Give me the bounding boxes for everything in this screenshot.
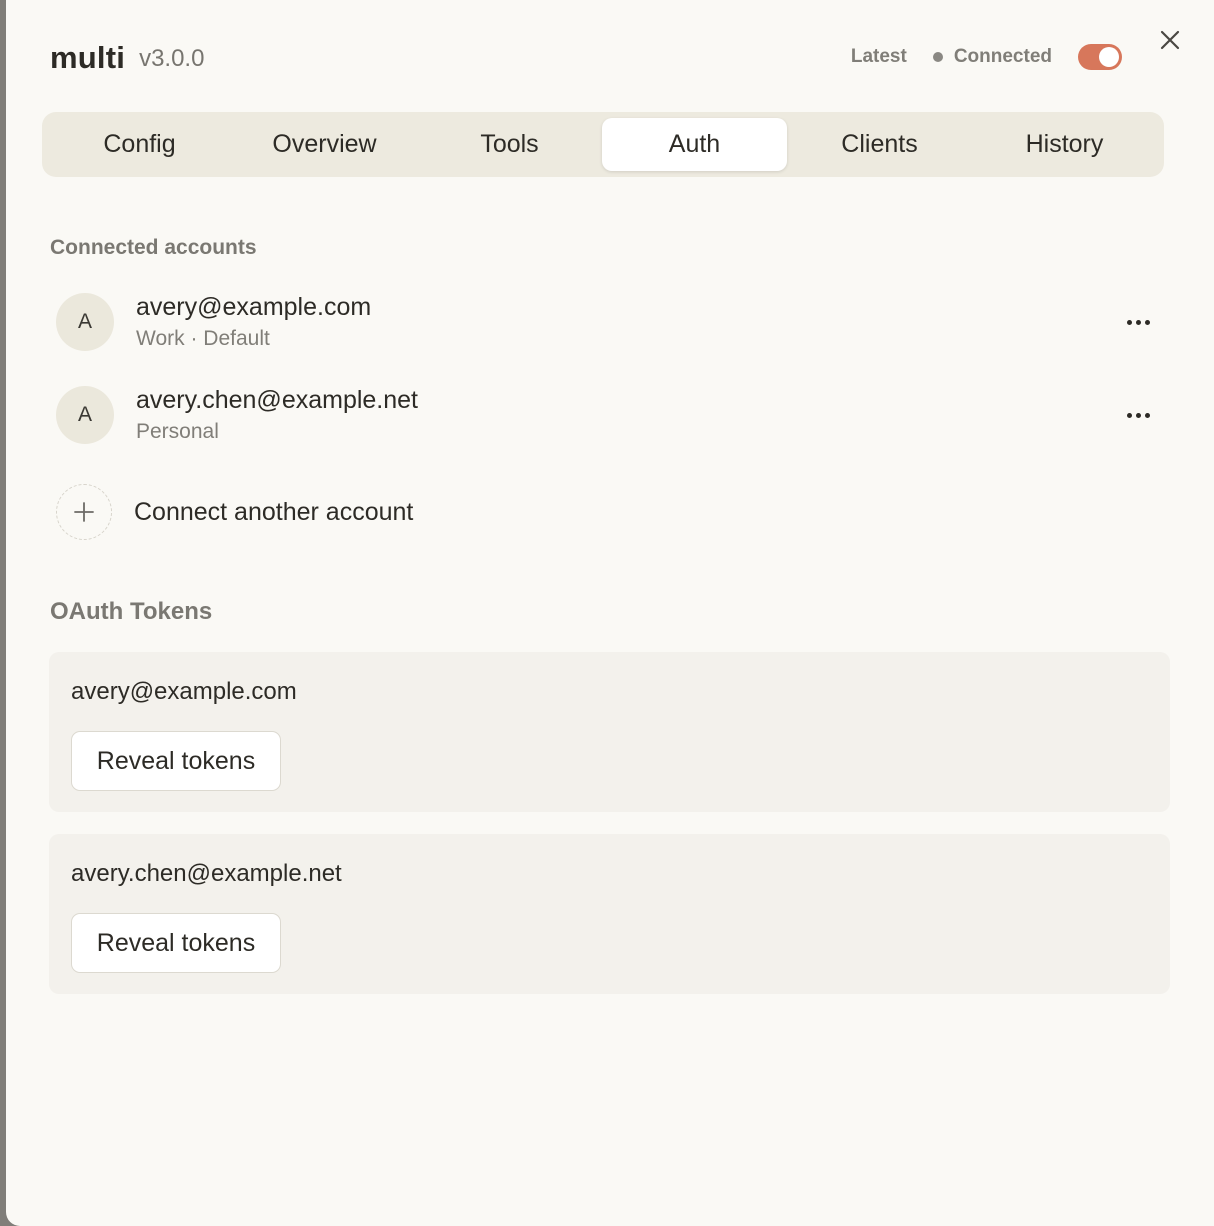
more-horizontal-icon [1144,319,1150,325]
tab-label: Clients [841,130,918,158]
server-enabled-toggle[interactable] [1078,44,1122,70]
account-subtitle: Work · Default [136,327,270,350]
close-button[interactable] [1158,28,1182,52]
tab-label: Auth [668,130,721,158]
reveal-tokens-button[interactable]: Reveal tokens [71,913,281,973]
tab-label: Config [103,130,176,158]
tab-label: Tools [480,130,539,158]
token-account-email: avery.chen@example.net [71,860,342,887]
connect-another-account-label: Connect another account [134,497,414,526]
tab-bar: Config Overview Tools Auth Clients Histo… [42,112,1164,177]
more-horizontal-icon [1135,412,1141,418]
more-horizontal-icon [1126,319,1132,325]
account-row: A avery.chen@example.net Personal [50,377,1156,453]
account-more-button[interactable] [1120,399,1156,431]
tab-history[interactable]: History [972,118,1157,171]
token-card: avery.chen@example.net Reveal tokens [49,834,1170,994]
latest-label: Latest [850,46,907,67]
oauth-tokens-heading: OAuth Tokens [50,598,213,625]
account-subtitle: Personal [136,420,219,443]
connected-accounts-heading: Connected accounts [50,236,257,259]
avatar: A [56,293,114,351]
avatar: A [56,386,114,444]
account-info: avery@example.com Work · Default [136,293,371,351]
header-status-group: Latest Connected [851,44,1122,70]
server-version: v3.0.0 [139,45,205,72]
tab-label: Overview [272,130,377,158]
dialog-header: multi v3.0.0 [50,36,204,80]
account-row: A avery@example.com Work · Default [50,284,1156,360]
toggle-knob [1099,47,1119,67]
token-card: avery@example.com Reveal tokens [49,652,1170,812]
connect-another-account-button[interactable]: Connect another account [50,482,413,542]
tab-clients[interactable]: Clients [787,118,972,171]
more-horizontal-icon [1135,319,1141,325]
tab-config[interactable]: Config [47,118,232,171]
plus-icon-svg [74,502,94,522]
more-horizontal-icon [1126,412,1132,418]
tab-auth[interactable]: Auth [602,118,787,171]
more-horizontal-icon [1144,412,1150,418]
account-more-button[interactable] [1120,306,1156,338]
plus-icon [56,484,112,540]
status-dot-icon [932,52,943,62]
tab-overview[interactable]: Overview [232,118,417,171]
server-name: multi [50,40,126,75]
account-email: avery.chen@example.net [136,386,419,414]
server-detail-dialog: multi v3.0.0 Latest Connected Config Ove… [6,0,1214,1226]
reveal-tokens-button[interactable]: Reveal tokens [71,731,281,791]
close-icon [1160,30,1180,50]
token-account-email: avery@example.com [71,678,297,705]
tab-tools[interactable]: Tools [417,118,602,171]
account-email: avery@example.com [136,293,372,321]
tab-label: History [1025,130,1104,158]
connection-status: Connected [953,46,1052,67]
account-info: avery.chen@example.net Personal [136,386,418,444]
